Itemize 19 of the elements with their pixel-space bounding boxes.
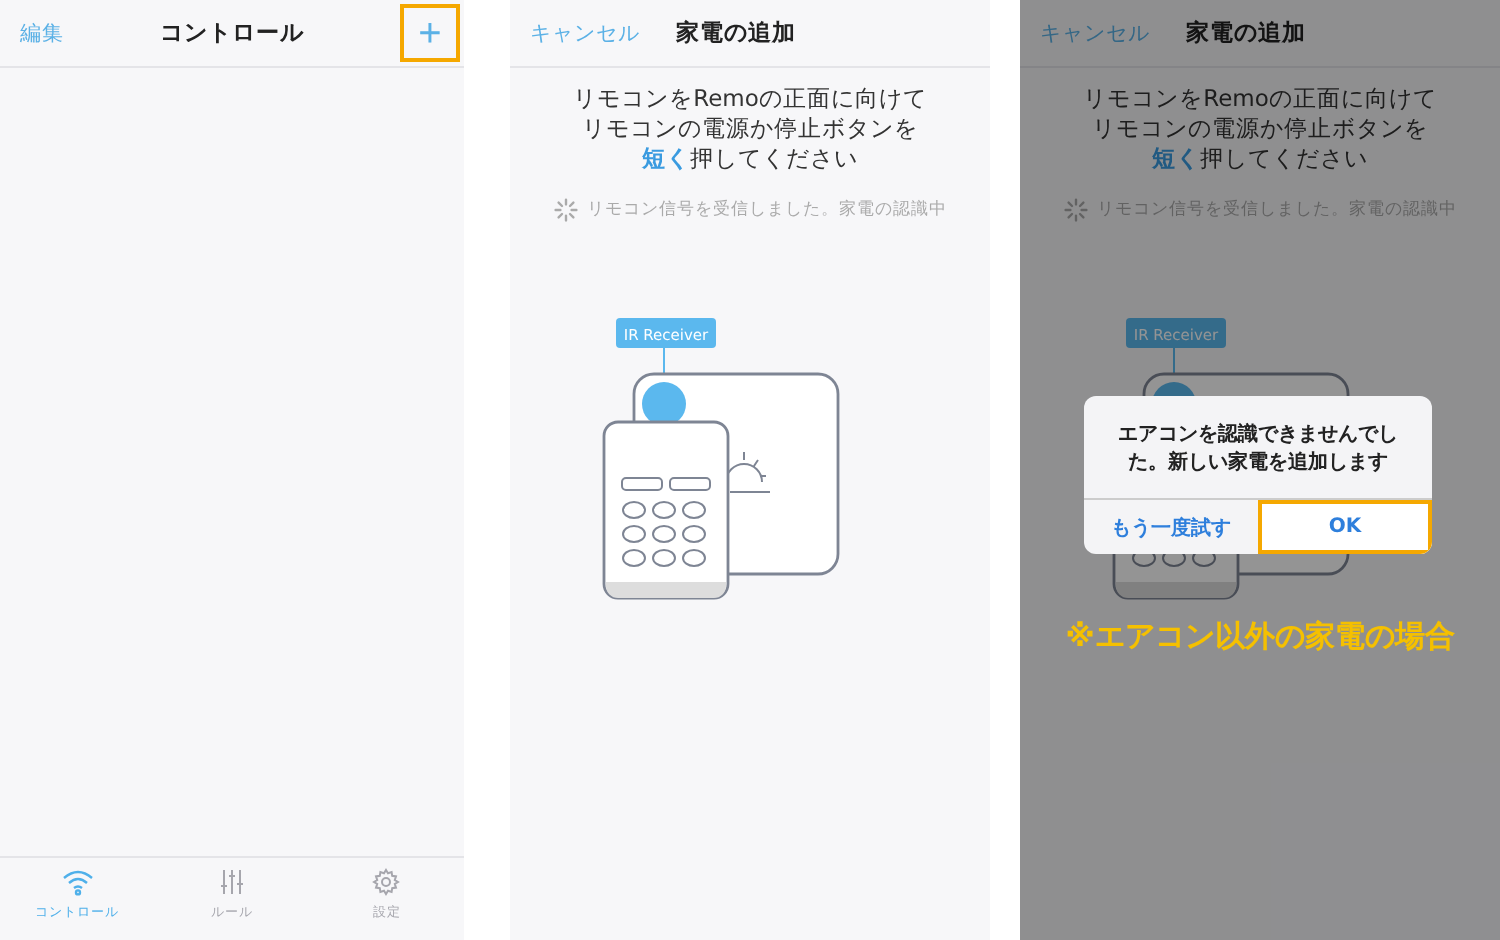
screen-title: 家電の追加 [676,18,796,48]
sliders-icon [217,868,246,896]
edit-link[interactable]: 編集 [20,19,64,47]
settings-icon [372,868,401,896]
screen-title: コントロール [160,18,304,48]
dialog-message: エアコンを認識できませんでした。新しい家電を追加します [1116,421,1400,478]
spinner-icon [553,198,577,222]
spinner-icon [1063,198,1087,222]
cancel-link[interactable]: キャンセル [1040,19,1150,47]
status-text: リモコン信号を受信しました。家電の認識中 [587,198,947,222]
dialog-button[interactable]: OK [1258,500,1432,554]
add-button[interactable]: + [400,4,460,62]
cancel-link[interactable]: キャンセル [530,19,640,47]
caption-text: ※エアコン以外の家電の場合 [1063,618,1457,656]
dialog-button[interactable]: もう一度試す [1084,500,1258,554]
instruction-text: リモコンをRemoの正面に向けて リモコンの電源か停止ボタンを 短く 押してください [1083,84,1437,174]
screen-title: 家電の追加 [1186,18,1306,48]
instruction-text: リモコンをRemoの正面に向けて リモコンの電源か停止ボタンを 短く 押してください [573,84,927,174]
wifi-icon [61,868,94,896]
